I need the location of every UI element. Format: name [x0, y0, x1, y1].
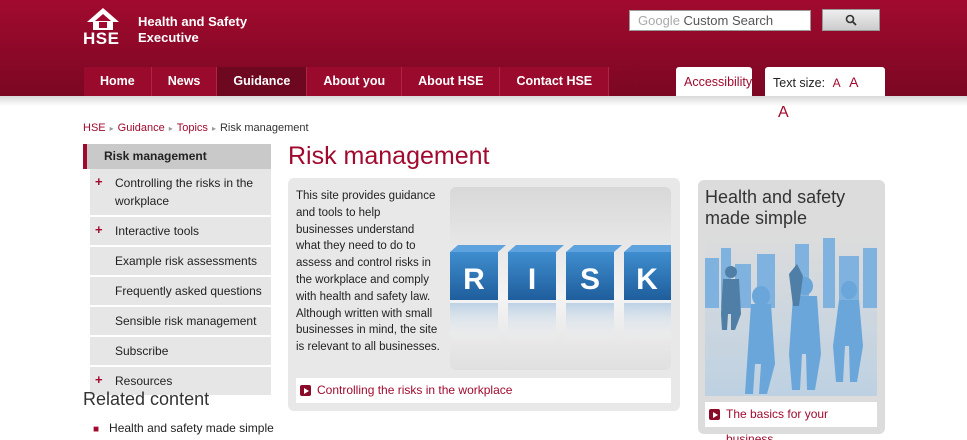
- controlling-risks-link[interactable]: Controlling the risks in the workplace: [296, 378, 671, 403]
- sidebar-item-label: Frequently asked questions: [115, 284, 262, 298]
- panel-link-label: Controlling the risks in the workplace: [317, 383, 513, 397]
- breadcrumb-hse[interactable]: HSE: [83, 122, 106, 134]
- search-placeholder: Custom Search: [683, 13, 774, 28]
- promo-title[interactable]: Health and safety made simple: [705, 187, 880, 229]
- sidebar-item-interactive-tools[interactable]: + Interactive tools: [90, 217, 271, 247]
- nav-home[interactable]: Home: [84, 67, 152, 96]
- nav-contact-hse[interactable]: Contact HSE: [500, 67, 610, 96]
- main-nav: Home News Guidance About you About HSE C…: [84, 67, 610, 96]
- page-title: Risk management: [288, 142, 490, 170]
- workers-illustration: [705, 234, 877, 396]
- cube-letter: S: [580, 263, 600, 296]
- expand-plus-icon[interactable]: +: [95, 221, 103, 239]
- related-item[interactable]: ■ Health and safety made simple: [93, 421, 274, 435]
- breadcrumb-separator-icon: ▸: [168, 124, 173, 133]
- search-input[interactable]: Google Custom Search: [629, 10, 811, 31]
- nav-about-hse[interactable]: About HSE: [402, 67, 501, 96]
- text-size-small[interactable]: A: [833, 76, 841, 90]
- sidebar-item-label: Sensible risk management: [115, 314, 257, 328]
- sidebar-item-label: Resources: [115, 374, 173, 388]
- related-item-label: Health and safety made simple: [109, 421, 274, 435]
- sidebar-item-example-assessments[interactable]: Example risk assessments: [90, 247, 271, 277]
- breadcrumb-current: Risk management: [219, 122, 309, 134]
- risk-blocks-image: R I S K: [450, 187, 671, 370]
- cube-letter: I: [528, 263, 536, 296]
- cube-letter: K: [636, 263, 658, 296]
- related-content-heading: Related content: [83, 389, 210, 409]
- expand-plus-icon[interactable]: +: [95, 173, 103, 191]
- sidebar: Risk management + Controlling the risks …: [83, 144, 271, 397]
- nav-news[interactable]: News: [151, 67, 218, 96]
- breadcrumb-guidance[interactable]: Guidance: [118, 122, 165, 134]
- accessibility-link[interactable]: Accessibility: [676, 67, 752, 96]
- text-size-control: Text size: A A A: [765, 67, 885, 121]
- text-size-medium[interactable]: A: [849, 74, 858, 90]
- expand-plus-icon[interactable]: +: [95, 371, 103, 389]
- breadcrumb: HSE ▸ Guidance ▸ Topics ▸ Risk management: [83, 122, 309, 134]
- bullet-icon: ■: [93, 424, 100, 435]
- nav-guidance[interactable]: Guidance: [217, 67, 308, 96]
- breadcrumb-separator-icon: ▸: [109, 124, 114, 133]
- arrow-right-icon: [709, 409, 720, 420]
- sidebar-item-faq[interactable]: Frequently asked questions: [90, 277, 271, 307]
- text-size-label: Text size:: [773, 76, 826, 90]
- search-brand-label: Google: [638, 13, 680, 28]
- sidebar-item-controlling-risks[interactable]: + Controlling the risks in the workplace: [90, 169, 271, 217]
- intro-text: This site provides guidance and tools to…: [296, 190, 440, 354]
- sidebar-item-label: Example risk assessments: [115, 254, 258, 268]
- sidebar-item-label: Controlling the risks in the workplace: [115, 176, 254, 208]
- search-button[interactable]: [822, 9, 880, 31]
- sidebar-item-label: Interactive tools: [115, 224, 200, 238]
- org-name[interactable]: Health and Safety Executive: [138, 14, 258, 46]
- sidebar-heading[interactable]: Risk management: [83, 144, 271, 169]
- search-icon: [845, 14, 857, 26]
- breadcrumb-separator-icon: ▸: [211, 124, 216, 133]
- text-size-large[interactable]: A: [778, 104, 789, 121]
- basics-link[interactable]: The basics for your business: [705, 402, 877, 440]
- promo-link-label: The basics for your business: [726, 407, 829, 440]
- sidebar-item-sensible-risk[interactable]: Sensible risk management: [90, 307, 271, 337]
- sidebar-item-label: Subscribe: [115, 344, 169, 358]
- arrow-right-icon: [300, 385, 311, 396]
- nav-about-you[interactable]: About you: [307, 67, 403, 96]
- logo-text[interactable]: HSE: [83, 29, 119, 49]
- breadcrumb-topics[interactable]: Topics: [177, 122, 208, 134]
- cube-letter: R: [463, 263, 485, 296]
- sidebar-item-subscribe[interactable]: Subscribe: [90, 337, 271, 367]
- header-divider: [0, 96, 967, 106]
